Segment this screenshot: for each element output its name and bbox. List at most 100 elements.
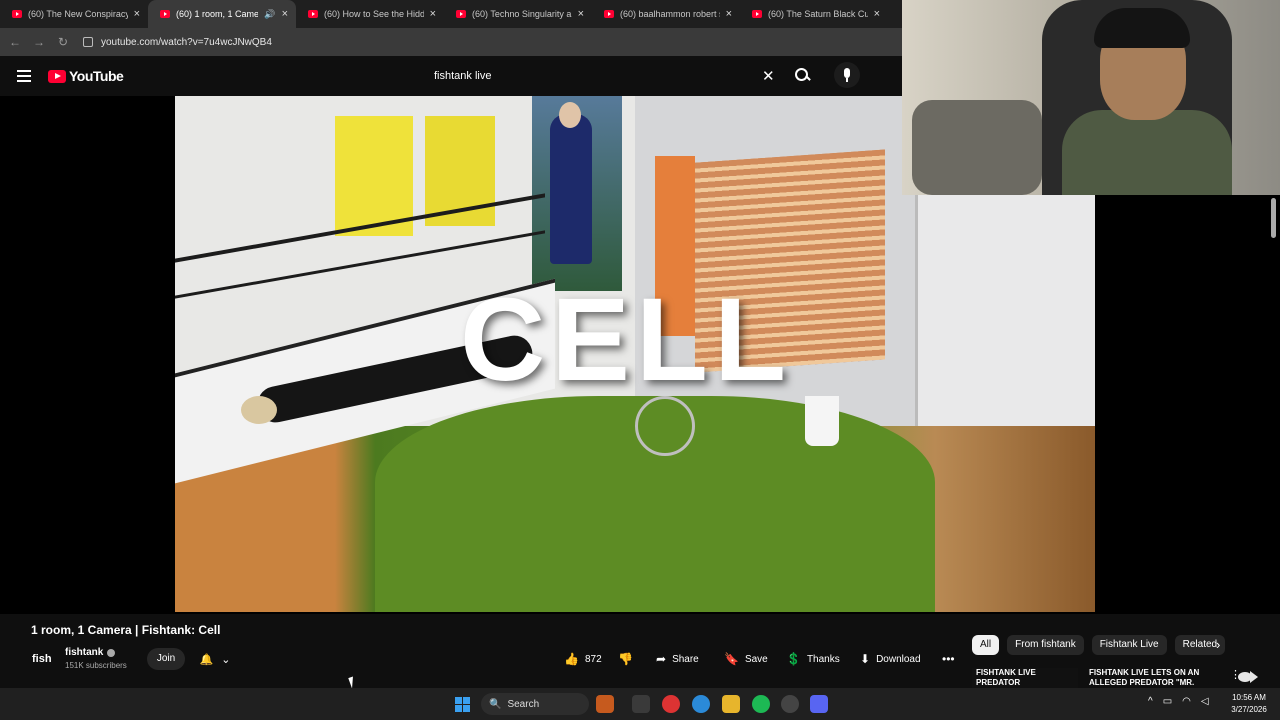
browser-tab[interactable]: (60) The Saturn Black Cube T × bbox=[740, 0, 888, 28]
task-view-icon[interactable] bbox=[632, 695, 650, 713]
search-icon[interactable] bbox=[792, 65, 812, 85]
forward-icon[interactable]: → bbox=[27, 35, 51, 49]
chevron-up-icon[interactable]: ^ bbox=[1148, 696, 1153, 707]
more-actions-button[interactable]: ••• bbox=[934, 648, 963, 670]
close-tab-icon[interactable]: × bbox=[726, 8, 732, 20]
thanks-icon: 💲 bbox=[786, 652, 801, 666]
close-tab-icon[interactable]: × bbox=[134, 8, 140, 20]
youtube-favicon-icon bbox=[160, 10, 170, 18]
mouse-cursor-icon bbox=[348, 676, 357, 689]
taskbar-search-label: Search bbox=[507, 698, 540, 710]
scene-bucket bbox=[805, 396, 839, 446]
scene-tv-screen bbox=[532, 96, 622, 291]
more-vertical-icon[interactable]: ⋮ bbox=[1230, 668, 1241, 681]
youtube-logo[interactable]: YouTube bbox=[48, 68, 124, 84]
browser-tab[interactable]: (60) baalhammon robert sep × bbox=[592, 0, 740, 28]
share-icon: ➦ bbox=[656, 652, 667, 666]
thanks-button[interactable]: 💲 Thanks bbox=[778, 648, 848, 670]
file-explorer-icon[interactable] bbox=[722, 695, 740, 713]
chevron-down-icon: ⌄ bbox=[221, 653, 231, 666]
tab-label: (60) Techno Singularity and bbox=[472, 9, 572, 19]
system-tray: ^ ▭ ◠ ◁ bbox=[1148, 696, 1209, 707]
microphone-icon[interactable] bbox=[834, 62, 860, 88]
thumbs-down-icon: 👎 bbox=[618, 652, 633, 666]
chip-all[interactable]: All bbox=[972, 635, 1000, 655]
scene-face bbox=[559, 102, 581, 128]
tab-label: (60) How to See the Hidden bbox=[324, 9, 424, 19]
taskbar-search[interactable]: 🔍 Search bbox=[481, 693, 589, 715]
close-tab-icon[interactable]: × bbox=[874, 8, 880, 20]
channel-avatar[interactable]: fish bbox=[32, 648, 56, 670]
like-count: 872 bbox=[584, 653, 602, 665]
browser-tab[interactable]: (60) Techno Singularity and × bbox=[444, 0, 592, 28]
youtube-play-icon bbox=[48, 69, 66, 83]
notification-bell-button[interactable]: 🔔 ⌄ bbox=[192, 648, 238, 670]
logo-text: YouTube bbox=[69, 68, 124, 84]
site-info-icon[interactable] bbox=[83, 37, 93, 47]
webcam-clothes-pile bbox=[912, 100, 1042, 195]
clock-date: 3/27/2026 bbox=[1231, 705, 1267, 714]
speaker-icon[interactable]: 🔊 bbox=[264, 9, 275, 20]
webcam-hair bbox=[1094, 8, 1190, 48]
bell-icon: 🔔 bbox=[199, 653, 214, 666]
browser-tab[interactable]: (60) The New Conspiracy La × bbox=[0, 0, 148, 28]
download-button[interactable]: ⬇ Download bbox=[852, 648, 929, 670]
youtube-favicon-icon bbox=[12, 10, 22, 18]
url-text[interactable]: youtube.com/watch?v=7u4wcJNwQB4 bbox=[101, 37, 272, 48]
youtube-header: YouTube fishtank live ✕ bbox=[0, 56, 902, 96]
youtube-favicon-icon bbox=[604, 10, 614, 18]
obs-icon[interactable] bbox=[781, 695, 799, 713]
battery-icon[interactable]: ▭ bbox=[1163, 696, 1172, 707]
like-button[interactable]: 👍 872 bbox=[556, 648, 606, 670]
save-label: Save bbox=[744, 653, 768, 665]
browser-tab-active[interactable]: (60) 1 room, 1 Camera | F 🔊 × bbox=[148, 0, 296, 28]
back-icon[interactable]: ← bbox=[3, 35, 27, 49]
chrome-icon[interactable] bbox=[662, 695, 680, 713]
volume-icon[interactable]: ◁ bbox=[1201, 696, 1209, 707]
address-bar: ← → ↻ youtube.com/watch?v=7u4wcJNwQB4 bbox=[0, 28, 902, 56]
clock-time: 10:56 AM bbox=[1232, 693, 1266, 702]
search-query[interactable]: fishtank live bbox=[434, 70, 491, 82]
chip-fishtank-live[interactable]: Fishtank Live bbox=[1091, 635, 1167, 655]
chip-from-fishtank[interactable]: From fishtank bbox=[1007, 635, 1084, 655]
windows-start-icon[interactable] bbox=[455, 697, 470, 712]
page-scrollbar[interactable] bbox=[1271, 198, 1276, 238]
video-overlay-title: CELL bbox=[460, 274, 793, 406]
dislike-button[interactable]: 👎 bbox=[610, 648, 638, 670]
youtube-favicon-icon bbox=[752, 10, 762, 18]
recommended-title[interactable]: FISHTANK LIVE LETS ON AN ALLEGED PREDATO… bbox=[1089, 668, 1219, 688]
save-button[interactable]: 🔖 Save bbox=[716, 648, 776, 670]
close-tab-icon[interactable]: × bbox=[282, 8, 288, 20]
clear-search-icon[interactable]: ✕ bbox=[762, 67, 775, 85]
bookmark-icon: 🔖 bbox=[724, 652, 739, 666]
wifi-icon[interactable]: ◠ bbox=[1182, 696, 1191, 707]
browser-tab-bar: (60) The New Conspiracy La × (60) 1 room… bbox=[0, 0, 902, 28]
subscriber-count: 151K subscribers bbox=[65, 661, 127, 670]
chevron-right-icon[interactable]: › bbox=[1216, 637, 1220, 652]
discord-icon[interactable] bbox=[810, 695, 828, 713]
browser-tab[interactable]: (60) How to See the Hidden × bbox=[296, 0, 444, 28]
edge-icon[interactable] bbox=[692, 695, 710, 713]
tab-label: (60) 1 room, 1 Camera | F bbox=[176, 9, 259, 19]
recommended-thumbnail[interactable]: FISHTANK LIVE PREDATOR bbox=[972, 668, 1078, 688]
tab-label: (60) The Saturn Black Cube T bbox=[768, 9, 868, 19]
tab-label: (60) The New Conspiracy La bbox=[28, 9, 128, 19]
thumbs-up-icon: 👍 bbox=[564, 652, 579, 666]
url-field[interactable]: youtube.com/watch?v=7u4wcJNwQB4 bbox=[83, 37, 272, 48]
join-button[interactable]: Join bbox=[147, 648, 185, 670]
reload-icon[interactable]: ↻ bbox=[51, 35, 75, 49]
search-input[interactable]: fishtank live ✕ bbox=[426, 62, 786, 90]
related-chips: All From fishtank Fishtank Live Related bbox=[972, 635, 1226, 655]
channel-name[interactable]: fishtank bbox=[65, 647, 116, 658]
spotify-icon[interactable] bbox=[752, 695, 770, 713]
scene-head bbox=[241, 396, 277, 424]
hamburger-menu-icon[interactable] bbox=[17, 70, 31, 82]
close-tab-icon[interactable]: × bbox=[430, 8, 436, 20]
close-tab-icon[interactable]: × bbox=[578, 8, 584, 20]
verified-icon bbox=[107, 648, 116, 657]
webcam-shirt bbox=[1062, 110, 1232, 195]
taskbar-widget-icon[interactable] bbox=[596, 695, 614, 713]
taskbar-clock[interactable]: 10:56 AM 3/27/2026 bbox=[1226, 692, 1272, 716]
channel-name-text[interactable]: fishtank bbox=[65, 647, 103, 658]
share-button[interactable]: ➦ Share bbox=[648, 648, 707, 670]
